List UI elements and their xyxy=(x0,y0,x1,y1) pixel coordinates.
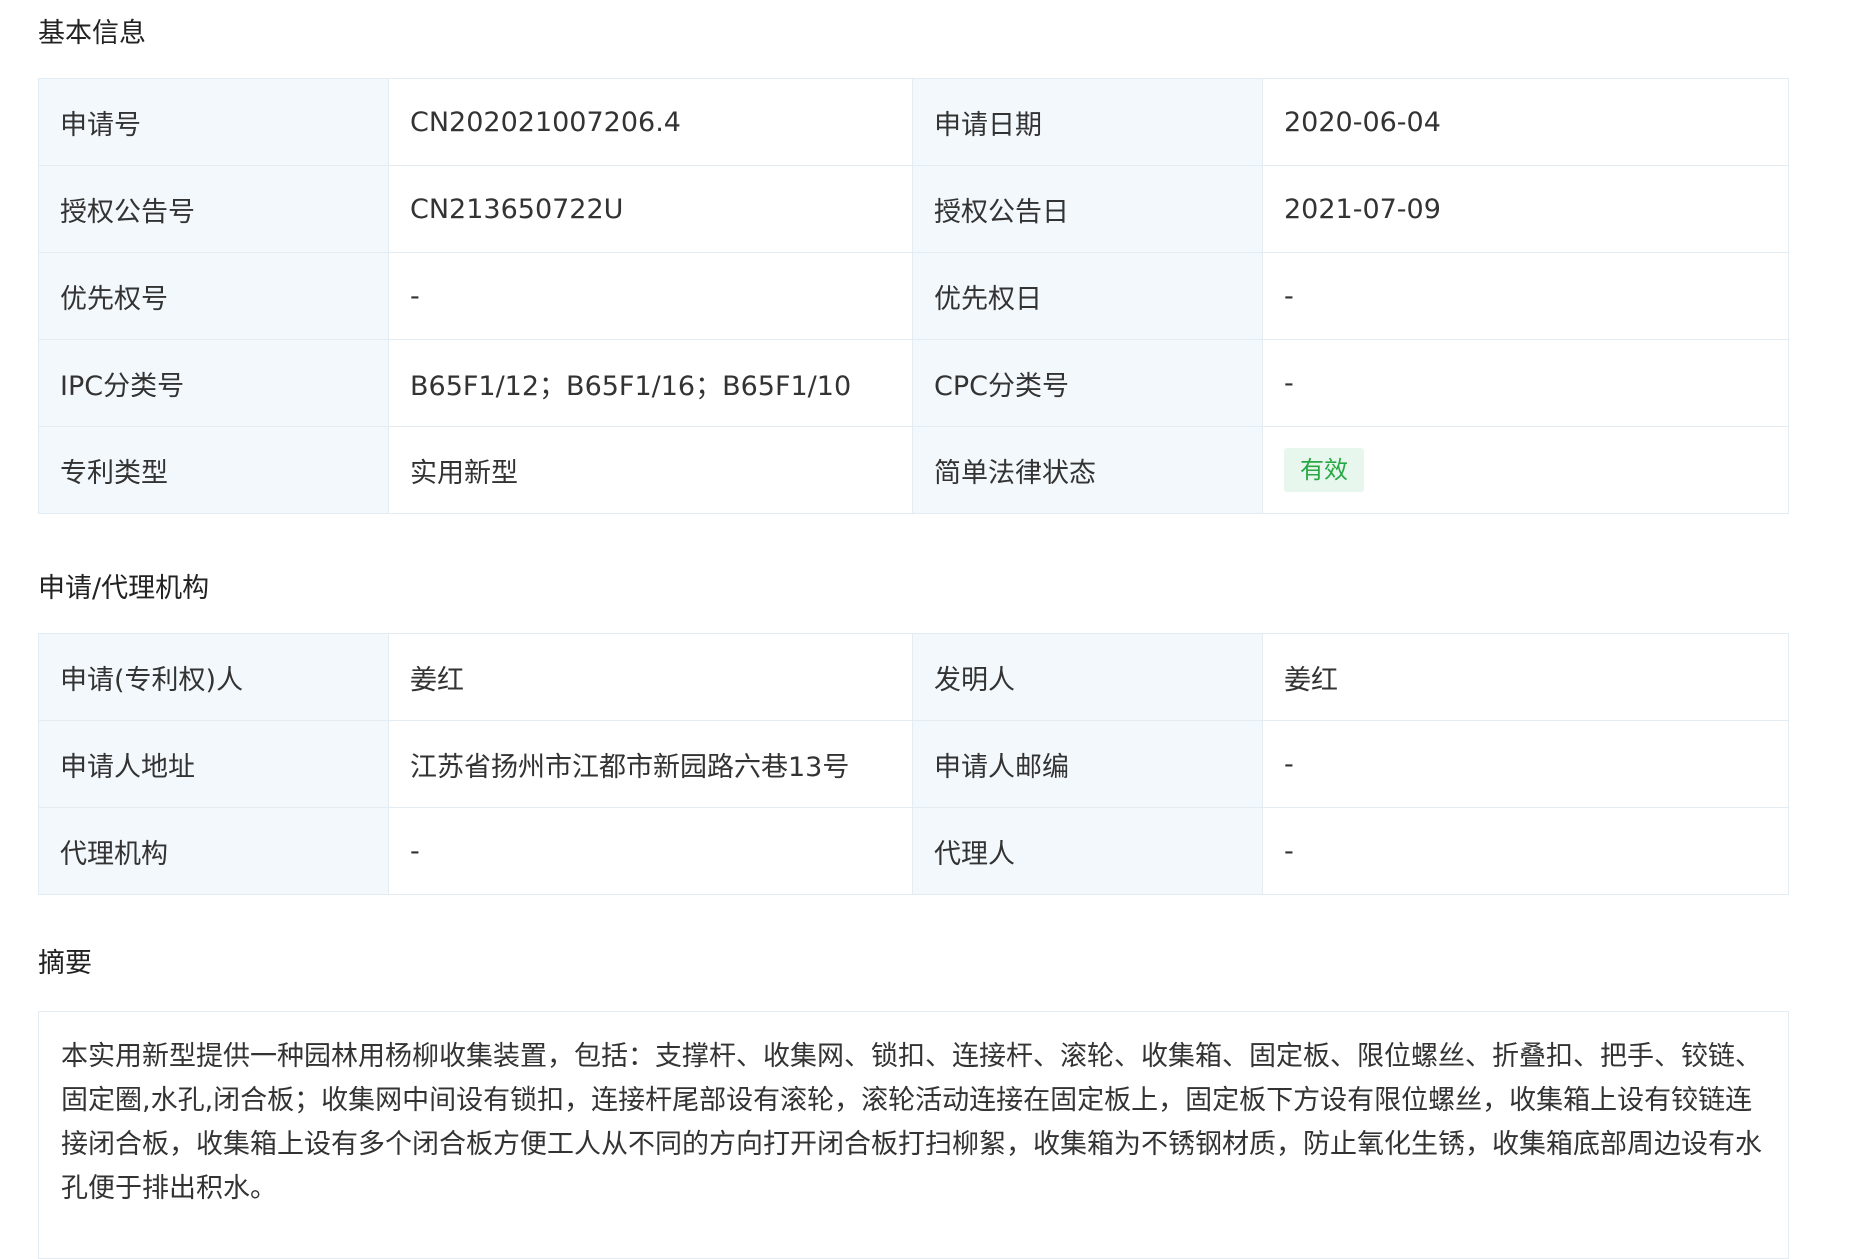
priority-date-label: 优先权日 xyxy=(912,252,1263,340)
inventor-value: 姜红 xyxy=(1262,633,1789,721)
ipc-class-value: B65F1/12；B65F1/16；B65F1/10 xyxy=(388,339,913,427)
agency-label: 代理机构 xyxy=(38,807,389,895)
table-row: 专利类型 实用新型 简单法律状态 有效 xyxy=(38,426,1789,514)
legal-status-label: 简单法律状态 xyxy=(912,426,1263,514)
priority-number-label: 优先权号 xyxy=(38,252,389,340)
application-date-label: 申请日期 xyxy=(912,78,1263,166)
applicant-postcode-value: - xyxy=(1262,720,1789,808)
table-row: 优先权号 - 优先权日 - xyxy=(38,252,1789,340)
table-row: 代理机构 - 代理人 - xyxy=(38,807,1789,895)
legal-status-cell: 有效 xyxy=(1262,426,1789,514)
grant-number-label: 授权公告号 xyxy=(38,165,389,253)
patent-type-label: 专利类型 xyxy=(38,426,389,514)
application-date-value: 2020-06-04 xyxy=(1262,78,1789,166)
abstract-text: 本实用新型提供一种园林用杨柳收集装置，包括：支撑杆、收集网、锁扣、连接杆、滚轮、… xyxy=(38,1011,1789,1259)
application-number-value: CN202021007206.4 xyxy=(388,78,913,166)
patent-type-value: 实用新型 xyxy=(388,426,913,514)
section-title-basic-info: 基本信息 xyxy=(38,18,146,49)
agency-table: 申请(专利权)人 姜红 发明人 姜红 申请人地址 江苏省扬州市江都市新园路六巷1… xyxy=(38,633,1789,895)
agent-value: - xyxy=(1262,807,1789,895)
cpc-class-label: CPC分类号 xyxy=(912,339,1263,427)
application-number-label: 申请号 xyxy=(38,78,389,166)
ipc-class-label: IPC分类号 xyxy=(38,339,389,427)
table-row: IPC分类号 B65F1/12；B65F1/16；B65F1/10 CPC分类号… xyxy=(38,339,1789,427)
table-row: 授权公告号 CN213650722U 授权公告日 2021-07-09 xyxy=(38,165,1789,253)
agent-label: 代理人 xyxy=(912,807,1263,895)
status-badge: 有效 xyxy=(1284,448,1364,492)
inventor-label: 发明人 xyxy=(912,633,1263,721)
applicant-address-value: 江苏省扬州市江都市新园路六巷13号 xyxy=(388,720,913,808)
table-row: 申请(专利权)人 姜红 发明人 姜红 xyxy=(38,633,1789,721)
applicant-postcode-label: 申请人邮编 xyxy=(912,720,1263,808)
applicant-address-label: 申请人地址 xyxy=(38,720,389,808)
section-title-agency: 申请/代理机构 xyxy=(38,573,210,604)
table-row: 申请人地址 江苏省扬州市江都市新园路六巷13号 申请人邮编 - xyxy=(38,720,1789,808)
basic-info-table: 申请号 CN202021007206.4 申请日期 2020-06-04 授权公… xyxy=(38,78,1789,514)
applicant-value: 姜红 xyxy=(388,633,913,721)
applicant-label: 申请(专利权)人 xyxy=(38,633,389,721)
priority-date-value: - xyxy=(1262,252,1789,340)
priority-number-value: - xyxy=(388,252,913,340)
agency-value: - xyxy=(388,807,913,895)
section-title-abstract: 摘要 xyxy=(38,948,92,979)
grant-date-value: 2021-07-09 xyxy=(1262,165,1789,253)
cpc-class-value: - xyxy=(1262,339,1789,427)
table-row: 申请号 CN202021007206.4 申请日期 2020-06-04 xyxy=(38,78,1789,166)
grant-date-label: 授权公告日 xyxy=(912,165,1263,253)
grant-number-value: CN213650722U xyxy=(388,165,913,253)
